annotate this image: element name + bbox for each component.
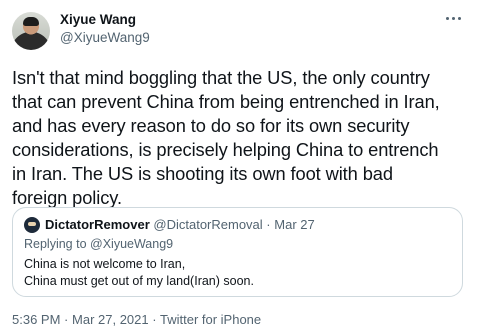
tweet-text-line: Isn't that mind boggling that the US, th…	[12, 67, 430, 88]
tweet-text-line: in Iran. The US is shooting its own foot…	[12, 163, 393, 184]
replying-to: Replying to @XiyueWang9	[24, 237, 174, 251]
tweet-date[interactable]: Mar 27, 2021	[72, 312, 149, 327]
more-horizontal-icon[interactable]	[441, 10, 465, 26]
separator-dot: ·	[64, 312, 69, 327]
quoted-text-line: China must get out of my land(Iran) soon…	[24, 274, 254, 288]
tweet-text-line: and has every reason to do so for its ow…	[12, 115, 410, 136]
author-avatar[interactable]	[12, 12, 50, 50]
tweet-meta: 5:36 PM · Mar 27, 2021 · Twitter for iPh…	[12, 312, 261, 327]
quoted-author-avatar	[24, 217, 40, 233]
tweet-source[interactable]: Twitter for iPhone	[160, 312, 261, 327]
author-name[interactable]: Xiyue Wang	[60, 12, 136, 27]
separator-dot: ·	[152, 312, 157, 327]
quoted-author-handle: @DictatorRemoval	[153, 217, 263, 232]
quoted-tweet-header: DictatorRemover @DictatorRemoval · Mar 2…	[45, 217, 315, 232]
separator-dot: ·	[266, 217, 271, 232]
quoted-author-name: DictatorRemover	[45, 217, 150, 232]
quoted-tweet-text: China is not welcome to Iran, China must…	[24, 256, 254, 290]
author-handle[interactable]: @XiyueWang9	[60, 30, 150, 45]
tweet: Xiyue Wang @XiyueWang9 Isn't that mind b…	[0, 0, 479, 332]
tweet-text-line: considerations, is precisely helping Chi…	[12, 139, 439, 160]
tweet-time[interactable]: 5:36 PM	[12, 312, 60, 327]
quoted-text-line: China is not welcome to Iran,	[24, 257, 186, 271]
quoted-tweet-date: Mar 27	[274, 217, 315, 232]
quoted-tweet[interactable]: DictatorRemover @DictatorRemoval · Mar 2…	[12, 207, 463, 297]
tweet-text-line: that can prevent China from being entren…	[12, 91, 440, 112]
tweet-text: Isn't that mind boggling that the US, th…	[12, 66, 472, 210]
